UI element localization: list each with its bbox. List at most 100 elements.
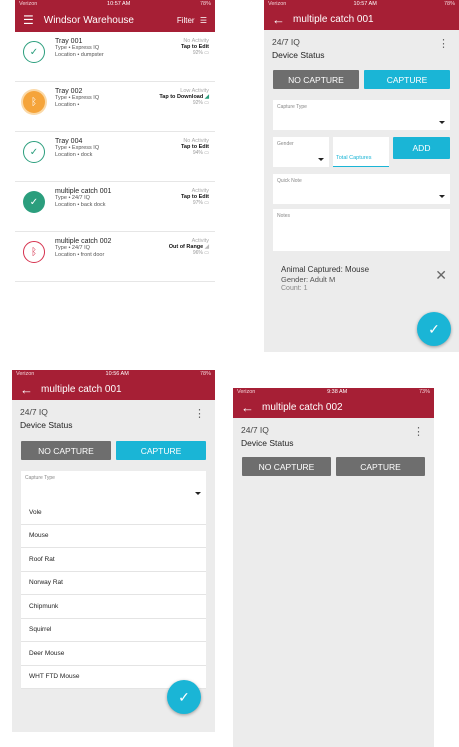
- notes-textarea[interactable]: Notes: [273, 209, 450, 251]
- battery-label: 73%: [418, 389, 430, 395]
- battery-value: 92%: [192, 50, 203, 56]
- status-bar: Verizon 10:57 AM 78%: [264, 0, 459, 8]
- capture-summary: Animal Captured: Mouse Gender: Adult M C…: [264, 251, 459, 292]
- list-item-tray-001[interactable]: ✓ Tray 001 Type • Express IQ Location • …: [15, 32, 215, 82]
- back-arrow-icon[interactable]: ←: [241, 401, 254, 414]
- page-title: multiple catch 002: [262, 401, 343, 413]
- battery-icon: ▭: [204, 250, 209, 256]
- chevron-down-icon: [195, 492, 201, 495]
- clock-label: 9:38 AM: [327, 389, 348, 395]
- clock-label: 10:56 AM: [105, 371, 129, 377]
- list-item-tray-004[interactable]: ✓ Tray 004 Type • Express IQ Location • …: [15, 132, 215, 182]
- device-name: Tray 004: [55, 138, 83, 145]
- status-bar: Verizon 9:38 AM 73%: [233, 388, 434, 396]
- device-status-label: Device Status: [20, 420, 73, 430]
- device-type-label: 24/7 IQ: [241, 425, 269, 435]
- bluetooth-disabled-icon: ᛒ: [23, 241, 45, 263]
- filter-icon: ☰: [199, 15, 207, 25]
- gender-label: Gender: [277, 141, 294, 147]
- device-location: Location •: [55, 102, 80, 108]
- bluetooth-icon: ᛒ: [23, 91, 45, 113]
- option-squirrel[interactable]: Squirrel: [21, 618, 206, 642]
- quick-note-label: Quick Note: [277, 178, 302, 184]
- page-title: multiple catch 001: [293, 13, 374, 25]
- device-type-label: 24/7 IQ: [20, 407, 48, 417]
- check-icon: ✓: [23, 41, 45, 63]
- option-roof-rat[interactable]: Roof Rat: [21, 548, 206, 572]
- capture-button[interactable]: CAPTURE: [336, 457, 425, 476]
- close-icon[interactable]: ✕: [435, 267, 447, 284]
- device-type: Type • Express IQ: [55, 145, 100, 151]
- device-name: Tray 001: [55, 38, 83, 45]
- device-name: Tray 002: [55, 88, 83, 95]
- battery-label: 78%: [199, 1, 211, 7]
- device-status-label: Device Status: [272, 50, 325, 60]
- device-location: Location • front door: [55, 252, 105, 258]
- back-arrow-icon[interactable]: ←: [20, 383, 33, 396]
- device-type-label: 24/7 IQ: [272, 37, 300, 47]
- battery-icon: ▭: [204, 100, 209, 106]
- option-norway-rat[interactable]: Norway Rat: [21, 571, 206, 595]
- device-location: Location • back dock: [55, 202, 106, 208]
- capture-form-screen: Verizon 10:57 AM 78% ← multiple catch 00…: [264, 0, 459, 352]
- battery-label: 78%: [443, 1, 455, 7]
- battery-icon: ▭: [204, 150, 209, 156]
- carrier-label: Verizon: [19, 1, 38, 7]
- battery-value: 92%: [192, 100, 203, 106]
- chevron-down-icon: [318, 158, 324, 161]
- list-item-multiple-catch-001[interactable]: ✓ multiple catch 001 Type • 24/7 IQ Loca…: [15, 182, 215, 232]
- filter-label: Filter: [176, 15, 195, 25]
- count-value: Count: 1: [281, 285, 308, 292]
- app-bar: ← multiple catch 002: [233, 396, 434, 418]
- carrier-label: Verizon: [16, 371, 35, 377]
- capture-type-dropdown-screen: Verizon 10:56 AM 78% ← multiple catch 00…: [12, 370, 215, 732]
- option-deer-mouse[interactable]: Deer Mouse: [21, 642, 206, 666]
- save-fab-button[interactable]: ✓: [167, 680, 201, 714]
- save-fab-button[interactable]: ✓: [417, 312, 451, 346]
- app-bar: ← multiple catch 001: [264, 8, 459, 30]
- no-capture-button[interactable]: NO CAPTURE: [273, 70, 359, 89]
- page-title: multiple catch 001: [41, 383, 122, 395]
- gender-select[interactable]: Gender: [273, 137, 329, 167]
- device-location: Location • dock: [55, 152, 93, 158]
- no-capture-button[interactable]: NO CAPTURE: [242, 457, 331, 476]
- capture-type-select[interactable]: Capture Type: [21, 471, 206, 501]
- list-item-multiple-catch-002[interactable]: ᛒ multiple catch 002 Type • 24/7 IQ Loca…: [15, 232, 215, 282]
- status-bar: Verizon 10:56 AM 78%: [12, 370, 215, 378]
- back-arrow-icon[interactable]: ←: [272, 13, 285, 26]
- battery-label: 78%: [199, 371, 211, 377]
- option-chipmunk[interactable]: Chipmunk: [21, 595, 206, 619]
- check-icon: ✓: [23, 191, 45, 213]
- kebab-menu-icon[interactable]: ⋮: [438, 39, 449, 50]
- option-vole[interactable]: Vole: [21, 501, 206, 525]
- capture-type-select[interactable]: Capture Type: [273, 100, 450, 130]
- total-captures-placeholder: Total Captures: [336, 155, 372, 161]
- device-name: multiple catch 002: [55, 238, 112, 245]
- battery-value: 96%: [192, 250, 203, 256]
- kebab-menu-icon[interactable]: ⋮: [413, 427, 424, 438]
- battery-icon: ▭: [204, 200, 209, 206]
- gender-value: Gender: Adult M: [281, 275, 336, 284]
- clock-label: 10:57 AM: [107, 1, 131, 7]
- device-name: multiple catch 001: [55, 188, 112, 195]
- status-bar: Verizon 10:57 AM 78%: [15, 0, 215, 8]
- menu-icon[interactable]: ☰: [23, 13, 34, 27]
- add-button[interactable]: ADD: [393, 137, 450, 159]
- device-header: 24/7 IQ Device Status ⋮: [264, 30, 459, 60]
- list-item-tray-002[interactable]: ᛒ Tray 002 Type • Express IQ Location • …: [15, 82, 215, 132]
- total-captures-input[interactable]: Total Captures: [333, 137, 389, 167]
- capture-button[interactable]: CAPTURE: [364, 70, 450, 89]
- animal-captured: Animal Captured: Mouse: [281, 265, 370, 274]
- kebab-menu-icon[interactable]: ⋮: [194, 409, 205, 420]
- device-header: 24/7 IQ Device Status ⋮: [233, 418, 434, 448]
- app-bar: ← multiple catch 001: [12, 378, 215, 400]
- battery-icon: ▭: [204, 50, 209, 56]
- capture-type-label: Capture Type: [277, 104, 307, 110]
- app-bar: ☰ Windsor Warehouse Filter ☰: [15, 8, 215, 32]
- no-capture-button[interactable]: NO CAPTURE: [21, 441, 111, 460]
- filter-button[interactable]: Filter ☰: [177, 16, 207, 25]
- option-mouse[interactable]: Mouse: [21, 524, 206, 548]
- device-type: Type • 24/7 IQ: [55, 245, 90, 251]
- quick-note-select[interactable]: Quick Note: [273, 174, 450, 204]
- capture-button[interactable]: CAPTURE: [116, 441, 206, 460]
